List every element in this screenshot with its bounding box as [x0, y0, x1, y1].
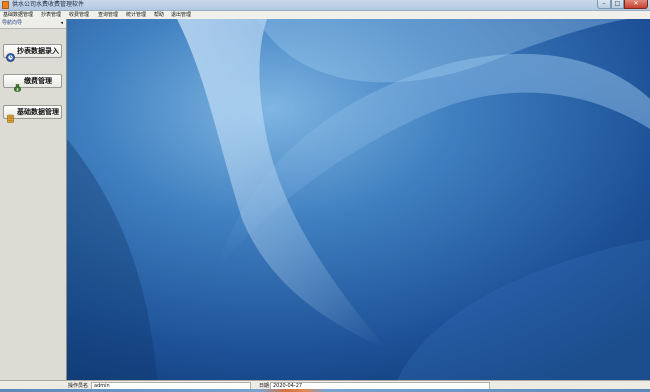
menu-meter-reading[interactable]: 抄表管理: [41, 11, 61, 19]
database-icon: [6, 108, 15, 123]
title-bar: 供水公司水费收费管理软件 – □ ✕: [0, 0, 650, 11]
money-bag-icon: $: [13, 77, 22, 92]
basic-data-label: 基础数据管理: [17, 108, 59, 116]
basic-data-button[interactable]: 基础数据管理: [3, 105, 62, 123]
navigation-sidebar: 导航向导 ◂ 抄表数据录入 $ 缴费管理 基础数据管理: [0, 19, 67, 380]
sidebar-title: 导航向导: [2, 20, 23, 26]
app-icon: [2, 1, 9, 9]
meter-clock-icon: [6, 47, 15, 62]
desktop-wallpaper: [67, 19, 650, 380]
menu-exit[interactable]: 退出管理: [171, 11, 191, 19]
maximize-button[interactable]: □: [611, 0, 624, 9]
sidebar-header: 导航向导 ◂: [0, 19, 66, 29]
menu-query[interactable]: 查询管理: [98, 11, 118, 19]
close-button[interactable]: ✕: [624, 0, 648, 9]
window-controls: – □ ✕: [597, 0, 648, 9]
wallpaper-graphic: [67, 19, 650, 380]
menu-help[interactable]: 帮助: [154, 11, 164, 19]
menu-charging[interactable]: 收费管理: [69, 11, 89, 19]
meter-entry-button[interactable]: 抄表数据录入: [3, 44, 62, 62]
window-title: 供水公司水费收费管理软件: [12, 1, 85, 8]
collapse-icon[interactable]: ◂: [60, 19, 63, 28]
payment-label: 缴费管理: [24, 77, 52, 85]
minimize-button[interactable]: –: [597, 0, 611, 9]
menu-bar: 基础数据管理 抄表管理 收费管理 查询管理 统计管理 帮助 退出管理: [0, 11, 650, 19]
meter-entry-label: 抄表数据录入: [17, 47, 59, 55]
menu-statistics[interactable]: 统计管理: [126, 11, 146, 19]
menu-basic-data[interactable]: 基础数据管理: [3, 11, 33, 19]
payment-button[interactable]: $ 缴费管理: [3, 74, 62, 92]
